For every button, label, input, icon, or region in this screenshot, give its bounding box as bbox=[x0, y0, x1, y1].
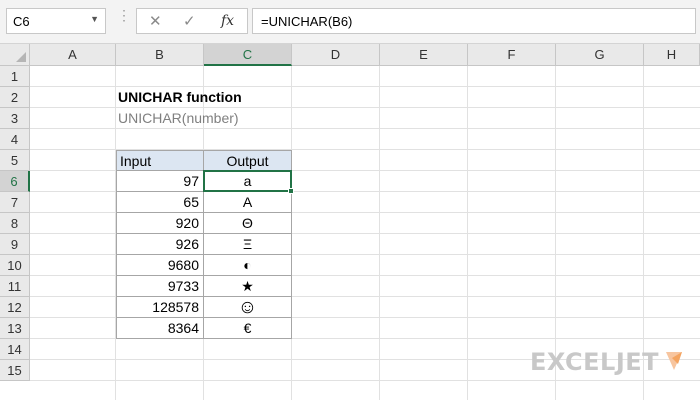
chevron-down-icon[interactable]: ▼ bbox=[90, 14, 99, 24]
row-header-15[interactable]: 15 bbox=[0, 360, 30, 381]
row-header-11[interactable]: 11 bbox=[0, 276, 30, 297]
row-header-7[interactable]: 7 bbox=[0, 192, 30, 213]
formula-text: =UNICHAR(B6) bbox=[261, 14, 353, 29]
drag-handle-icon[interactable]: ⋮ bbox=[117, 8, 131, 22]
input-cell[interactable]: 9733 bbox=[116, 276, 204, 297]
output-cell[interactable]: ☺ bbox=[204, 297, 292, 318]
formula-controls: ✕ ✓ fx bbox=[136, 8, 248, 34]
output-cell[interactable]: ◐ bbox=[204, 255, 292, 276]
output-cell[interactable]: a bbox=[204, 171, 292, 192]
cancel-icon[interactable]: ✕ bbox=[149, 12, 162, 30]
column-header-a[interactable]: A bbox=[30, 44, 116, 66]
exceljet-logo-icon bbox=[666, 352, 682, 370]
sheet-title[interactable]: UNICHAR function bbox=[118, 87, 242, 108]
column-header-f[interactable]: F bbox=[468, 44, 556, 66]
row-header-2[interactable]: 2 bbox=[0, 87, 30, 108]
output-cell[interactable]: Θ bbox=[204, 213, 292, 234]
input-cell[interactable]: 920 bbox=[116, 213, 204, 234]
input-cell[interactable]: 97 bbox=[116, 171, 204, 192]
row-header-12[interactable]: 12 bbox=[0, 297, 30, 318]
input-cell[interactable]: 8364 bbox=[116, 318, 204, 339]
insert-function-icon[interactable]: fx bbox=[221, 13, 234, 29]
row-header-4[interactable]: 4 bbox=[0, 129, 30, 150]
name-box-value: C6 bbox=[13, 14, 30, 29]
column-header-d[interactable]: D bbox=[292, 44, 380, 66]
output-cell[interactable]: ★ bbox=[204, 276, 292, 297]
row-header-9[interactable]: 9 bbox=[0, 234, 30, 255]
row-header-14[interactable]: 14 bbox=[0, 339, 30, 360]
check-icon[interactable]: ✓ bbox=[183, 12, 196, 30]
exceljet-logo: EXCELJET bbox=[530, 348, 660, 376]
output-cell[interactable]: A bbox=[204, 192, 292, 213]
column-header-b[interactable]: B bbox=[116, 44, 204, 66]
formula-bar: C6 ▼ ⋮ ✕ ✓ fx =UNICHAR(B6) bbox=[0, 0, 700, 44]
spreadsheet-grid: ABCDEFGH 1 2 3 4 5 6 7 8 9 10 11 12 13 14 15 UNICHAR f… bbox=[0, 44, 700, 400]
input-cell[interactable]: 128578 bbox=[116, 297, 204, 318]
select-all-button[interactable] bbox=[0, 44, 30, 66]
header-output[interactable]: Output bbox=[204, 150, 292, 171]
select-all-icon bbox=[16, 52, 26, 62]
sheet-subtitle[interactable]: UNICHAR(number) bbox=[118, 108, 239, 129]
row-header-13[interactable]: 13 bbox=[0, 318, 30, 339]
name-box[interactable]: C6 ▼ bbox=[6, 8, 106, 34]
output-cell[interactable]: € bbox=[204, 318, 292, 339]
column-header-e[interactable]: E bbox=[380, 44, 468, 66]
row-header-3[interactable]: 3 bbox=[0, 108, 30, 129]
row-header-8[interactable]: 8 bbox=[0, 213, 30, 234]
row-header-6[interactable]: 6 bbox=[0, 171, 30, 192]
row-header-1[interactable]: 1 bbox=[0, 66, 30, 87]
row-header-10[interactable]: 10 bbox=[0, 255, 30, 276]
input-cell[interactable]: 926 bbox=[116, 234, 204, 255]
column-header-c[interactable]: C bbox=[204, 44, 292, 66]
fill-handle[interactable] bbox=[288, 188, 294, 194]
header-input[interactable]: Input bbox=[116, 150, 204, 171]
column-header-h[interactable]: H bbox=[644, 44, 700, 66]
formula-input[interactable]: =UNICHAR(B6) bbox=[252, 8, 696, 34]
output-cell[interactable]: Ξ bbox=[204, 234, 292, 255]
input-cell[interactable]: 9680 bbox=[116, 255, 204, 276]
column-header-g[interactable]: G bbox=[556, 44, 644, 66]
gridline-horizontal bbox=[30, 380, 700, 381]
row-header-5[interactable]: 5 bbox=[0, 150, 30, 171]
input-cell[interactable]: 65 bbox=[116, 192, 204, 213]
